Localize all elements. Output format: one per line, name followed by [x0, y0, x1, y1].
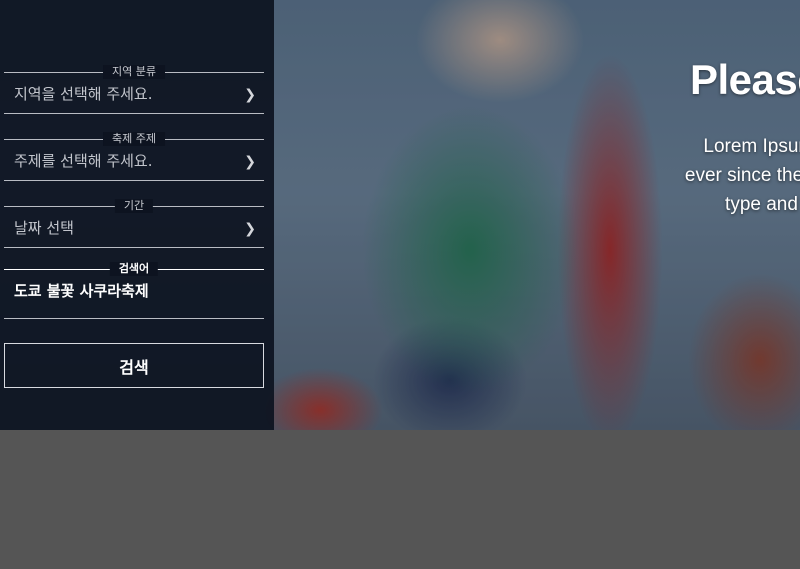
keyword-caption: 검색어: [109, 262, 159, 276]
region-value: 지역을 선택해 주세요.: [14, 85, 153, 103]
hero-description-line: Lorem Ipsum has be: [703, 136, 800, 157]
theme-select[interactable]: 축제 주제 주제를 선택해 주세요. ❯: [4, 132, 264, 181]
chevron-right-icon: ❯: [244, 154, 256, 170]
divider: [4, 318, 264, 319]
keyword-input[interactable]: [14, 281, 250, 299]
region-select[interactable]: 지역 분류 지역을 선택해 주세요. ❯: [4, 65, 264, 114]
keyword-field: 검색어: [4, 262, 264, 319]
theme-value: 주제를 선택해 주세요.: [14, 152, 153, 170]
region-caption: 지역 분류: [103, 65, 165, 79]
divider: [4, 247, 264, 248]
period-select[interactable]: 기간 날짜 선택 ❯: [4, 199, 264, 248]
hero-description-line: type and scram: [725, 194, 800, 215]
hero-description-line: ever since the 1500s, wh: [684, 165, 800, 186]
theme-caption: 축제 주제: [103, 132, 165, 146]
period-value: 날짜 선택: [14, 219, 74, 237]
hero-description: Lorem Ipsum has be ever since the 1500s,…: [560, 132, 800, 219]
chevron-right-icon: ❯: [244, 221, 256, 237]
chevron-right-icon: ❯: [244, 87, 256, 103]
divider: [4, 113, 264, 114]
search-panel: 지역 분류 지역을 선택해 주세요. ❯ 축제 주제 주제를 선택해 주세요. …: [0, 0, 274, 430]
search-button[interactable]: 검색: [4, 343, 264, 388]
divider: [4, 180, 264, 181]
period-caption: 기간: [114, 199, 154, 213]
hero-title: Please: [690, 56, 800, 103]
